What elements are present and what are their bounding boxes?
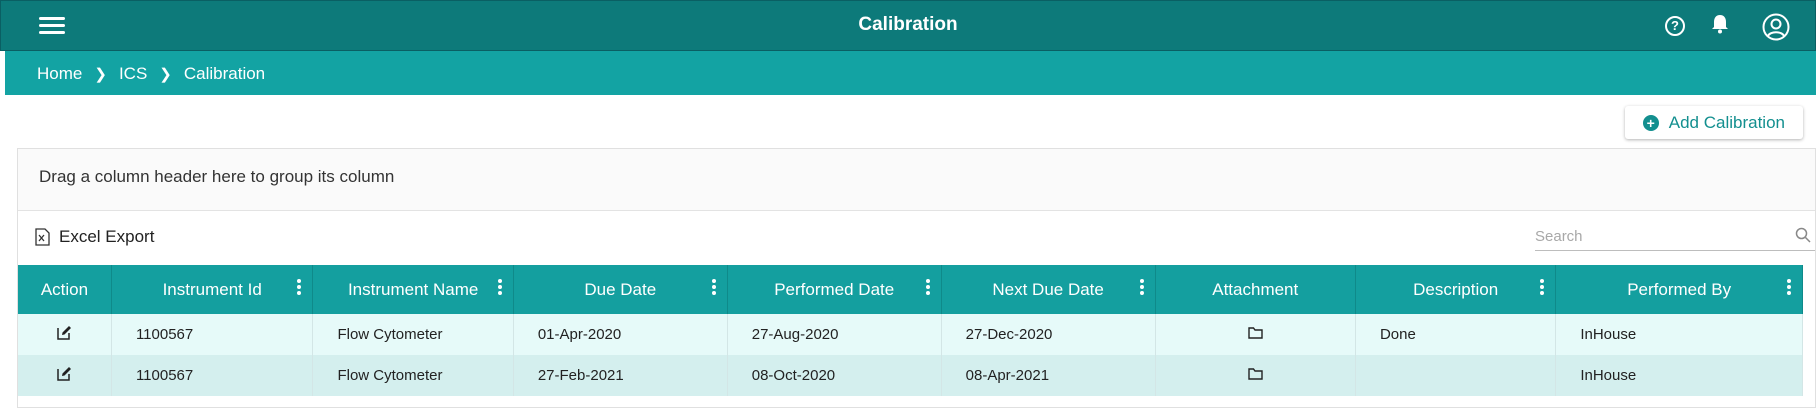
column-header-due-date[interactable]: Due Date <box>513 265 728 314</box>
edit-icon[interactable] <box>57 325 72 340</box>
next-due-date-cell: 27-Dec-2020 <box>941 314 1156 355</box>
edit-icon[interactable] <box>57 366 72 381</box>
table-header-row: Action Instrument Id Instrument Name Due… <box>18 265 1803 314</box>
performed-by-cell: InHouse <box>1555 355 1803 396</box>
due-date-cell: 01-Apr-2020 <box>513 314 728 355</box>
top-app-bar: Calibration ? <box>0 0 1816 51</box>
calibration-grid: Drag a column header here to group its c… <box>17 148 1816 408</box>
add-calibration-label: Add Calibration <box>1668 112 1785 132</box>
next-due-date-cell: 08-Apr-2021 <box>941 355 1156 396</box>
group-drop-panel[interactable]: Drag a column header here to group its c… <box>18 149 1815 211</box>
column-menu-icon[interactable] <box>497 279 502 297</box>
table-row: 1100567 Flow Cytometer 01-Apr-2020 27-Au… <box>18 314 1803 355</box>
column-header-performed-date[interactable]: Performed Date <box>727 265 942 314</box>
folder-icon[interactable] <box>1248 368 1263 380</box>
column-menu-icon[interactable] <box>1787 279 1791 297</box>
column-menu-icon[interactable] <box>297 279 302 297</box>
attachment-cell <box>1155 314 1356 355</box>
instrument-name-cell: Flow Cytometer <box>312 314 514 355</box>
column-menu-icon[interactable] <box>711 279 716 297</box>
breadcrumb: Home ❯ ICS ❯ Calibration <box>37 64 265 84</box>
instrument-name-cell: Flow Cytometer <box>312 355 514 396</box>
excel-export-button[interactable]: Excel Export <box>35 227 154 247</box>
search-icon[interactable] <box>1795 227 1811 243</box>
column-header-description[interactable]: Description <box>1355 265 1557 314</box>
column-header-action[interactable]: Action <box>18 265 112 314</box>
table-row: 1100567 Flow Cytometer 27-Feb-2021 08-Oc… <box>18 355 1803 396</box>
action-cell <box>18 314 112 355</box>
main-content: + Add Calibration Drag a column header h… <box>5 95 1816 408</box>
bell-icon[interactable] <box>1711 14 1729 34</box>
breadcrumb-calibration: Calibration <box>183 64 266 83</box>
column-menu-icon[interactable] <box>1540 279 1545 297</box>
chevron-right-icon: ❯ <box>159 66 172 83</box>
column-header-instrument-id[interactable]: Instrument Id <box>111 265 314 314</box>
column-header-performed-by[interactable]: Performed By <box>1555 265 1803 314</box>
instrument-id-cell: 1100567 <box>111 314 314 355</box>
column-menu-icon[interactable] <box>1139 279 1144 297</box>
excel-file-icon <box>35 228 50 246</box>
breadcrumb-home[interactable]: Home <box>37 64 82 84</box>
breadcrumb-ics[interactable]: ICS <box>119 64 147 84</box>
help-circle-icon[interactable]: ? <box>1665 16 1685 36</box>
breadcrumb-bar: Home ❯ ICS ❯ Calibration <box>5 51 1816 95</box>
data-table: Action Instrument Id Instrument Name Due… <box>18 265 1803 396</box>
action-cell <box>18 355 112 396</box>
folder-icon[interactable] <box>1248 327 1263 339</box>
chevron-right-icon: ❯ <box>94 66 107 83</box>
search-input[interactable] <box>1535 223 1775 249</box>
description-cell <box>1355 355 1557 396</box>
performed-by-cell: InHouse <box>1555 314 1803 355</box>
user-circle-icon[interactable] <box>1762 13 1790 41</box>
description-cell: Done <box>1355 314 1557 355</box>
instrument-id-cell: 1100567 <box>111 355 314 396</box>
search-box <box>1535 223 1815 251</box>
column-menu-icon[interactable] <box>925 279 930 297</box>
due-date-cell: 27-Feb-2021 <box>513 355 728 396</box>
column-header-next-due-date[interactable]: Next Due Date <box>941 265 1156 314</box>
column-header-attachment[interactable]: Attachment <box>1155 265 1356 314</box>
page-title: Calibration <box>858 14 958 35</box>
plus-circle-icon: + <box>1642 114 1659 131</box>
attachment-cell <box>1155 355 1356 396</box>
excel-export-label: Excel Export <box>59 227 155 246</box>
add-calibration-button[interactable]: + Add Calibration <box>1624 106 1803 139</box>
grid-toolbar: Excel Export <box>18 211 1815 265</box>
column-header-instrument-name[interactable]: Instrument Name <box>312 265 514 314</box>
performed-date-cell: 08-Oct-2020 <box>727 355 942 396</box>
performed-date-cell: 27-Aug-2020 <box>727 314 942 355</box>
